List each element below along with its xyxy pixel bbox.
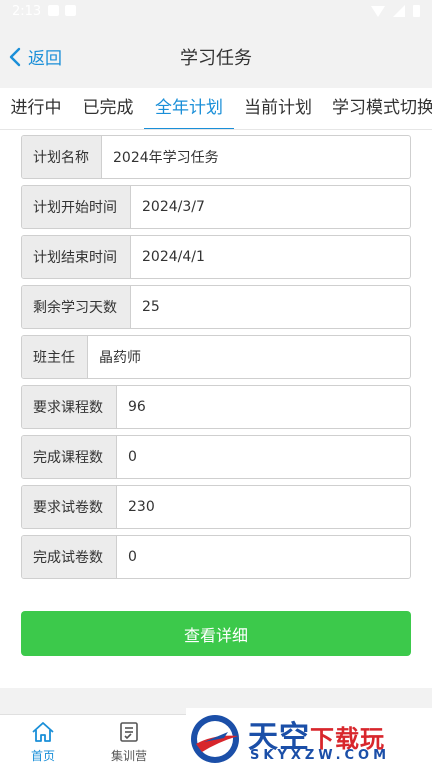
notification-icon [48, 5, 59, 16]
field-value: 2024/3/7 [142, 199, 205, 215]
field-end-time: 计划结束时间 2024/4/1 [21, 235, 411, 279]
field-label: 计划开始时间 [22, 186, 131, 228]
field-label: 计划结束时间 [22, 236, 131, 278]
field-head-teacher: 班主任 晶药师 [21, 335, 411, 379]
field-plan-name: 计划名称 2024年学习任务 [21, 135, 411, 179]
tab-bar: 进行中 已完成 全年计划 当前计划 学习模式切换 [0, 88, 432, 130]
wifi-icon [371, 5, 385, 17]
tab-in-progress[interactable]: 进行中 [0, 88, 72, 129]
bottom-nav-label: 集训营 [110, 749, 147, 763]
battery-icon [413, 5, 420, 17]
field-value: 0 [128, 449, 137, 465]
bottom-nav-training-camp[interactable]: 集训营 [97, 721, 161, 764]
plan-detail-panel: 计划名称 2024年学习任务 计划开始时间 2024/3/7 计划结束时间 20… [0, 130, 432, 688]
clipboard-icon [120, 722, 138, 742]
signal-icon [393, 5, 405, 17]
field-start-time: 计划开始时间 2024/3/7 [21, 185, 411, 229]
field-label: 班主任 [22, 336, 88, 378]
status-time: 2:13 [12, 4, 42, 19]
view-details-button[interactable]: 查看详细 [21, 611, 411, 656]
page-title: 学习任务 [180, 48, 252, 69]
field-required-courses: 要求课程数 96 [21, 385, 411, 429]
bottom-nav-label: 首页 [30, 749, 55, 763]
field-label: 完成试卷数 [22, 536, 117, 578]
app-notification-icon [65, 5, 76, 16]
field-label: 要求试卷数 [22, 486, 117, 528]
field-label: 完成课程数 [22, 436, 117, 478]
field-value: 25 [142, 299, 160, 315]
field-remaining-days: 剩余学习天数 25 [21, 285, 411, 329]
tab-completed[interactable]: 已完成 [72, 88, 144, 129]
watermark: 天空下载玩 SKYXZW.COM [186, 708, 432, 768]
field-required-papers: 要求试卷数 230 [21, 485, 411, 529]
field-completed-courses: 完成课程数 0 [21, 435, 411, 479]
field-value: 2024/4/1 [142, 249, 205, 265]
field-label: 要求课程数 [22, 386, 117, 428]
bottom-nav-home[interactable]: 首页 [11, 721, 75, 764]
field-value: 96 [128, 399, 146, 415]
field-value: 晶药师 [99, 350, 141, 366]
nav-bar: 返回 学习任务 [0, 24, 432, 88]
field-value: 230 [128, 499, 155, 515]
field-value: 0 [128, 549, 137, 565]
tab-annual-plan[interactable]: 全年计划 [144, 88, 234, 129]
tab-current-plan[interactable]: 当前计划 [234, 88, 322, 129]
field-label: 计划名称 [22, 136, 102, 178]
status-bar: 2:13 [0, 0, 432, 24]
watermark-url: SKYXZW.COM [250, 748, 391, 763]
watermark-logo-icon [191, 715, 239, 763]
home-icon [32, 722, 54, 742]
tab-study-mode-switch[interactable]: 学习模式切换 [322, 88, 432, 129]
field-value: 2024年学习任务 [113, 150, 219, 166]
field-label: 剩余学习天数 [22, 286, 131, 328]
field-completed-papers: 完成试卷数 0 [21, 535, 411, 579]
